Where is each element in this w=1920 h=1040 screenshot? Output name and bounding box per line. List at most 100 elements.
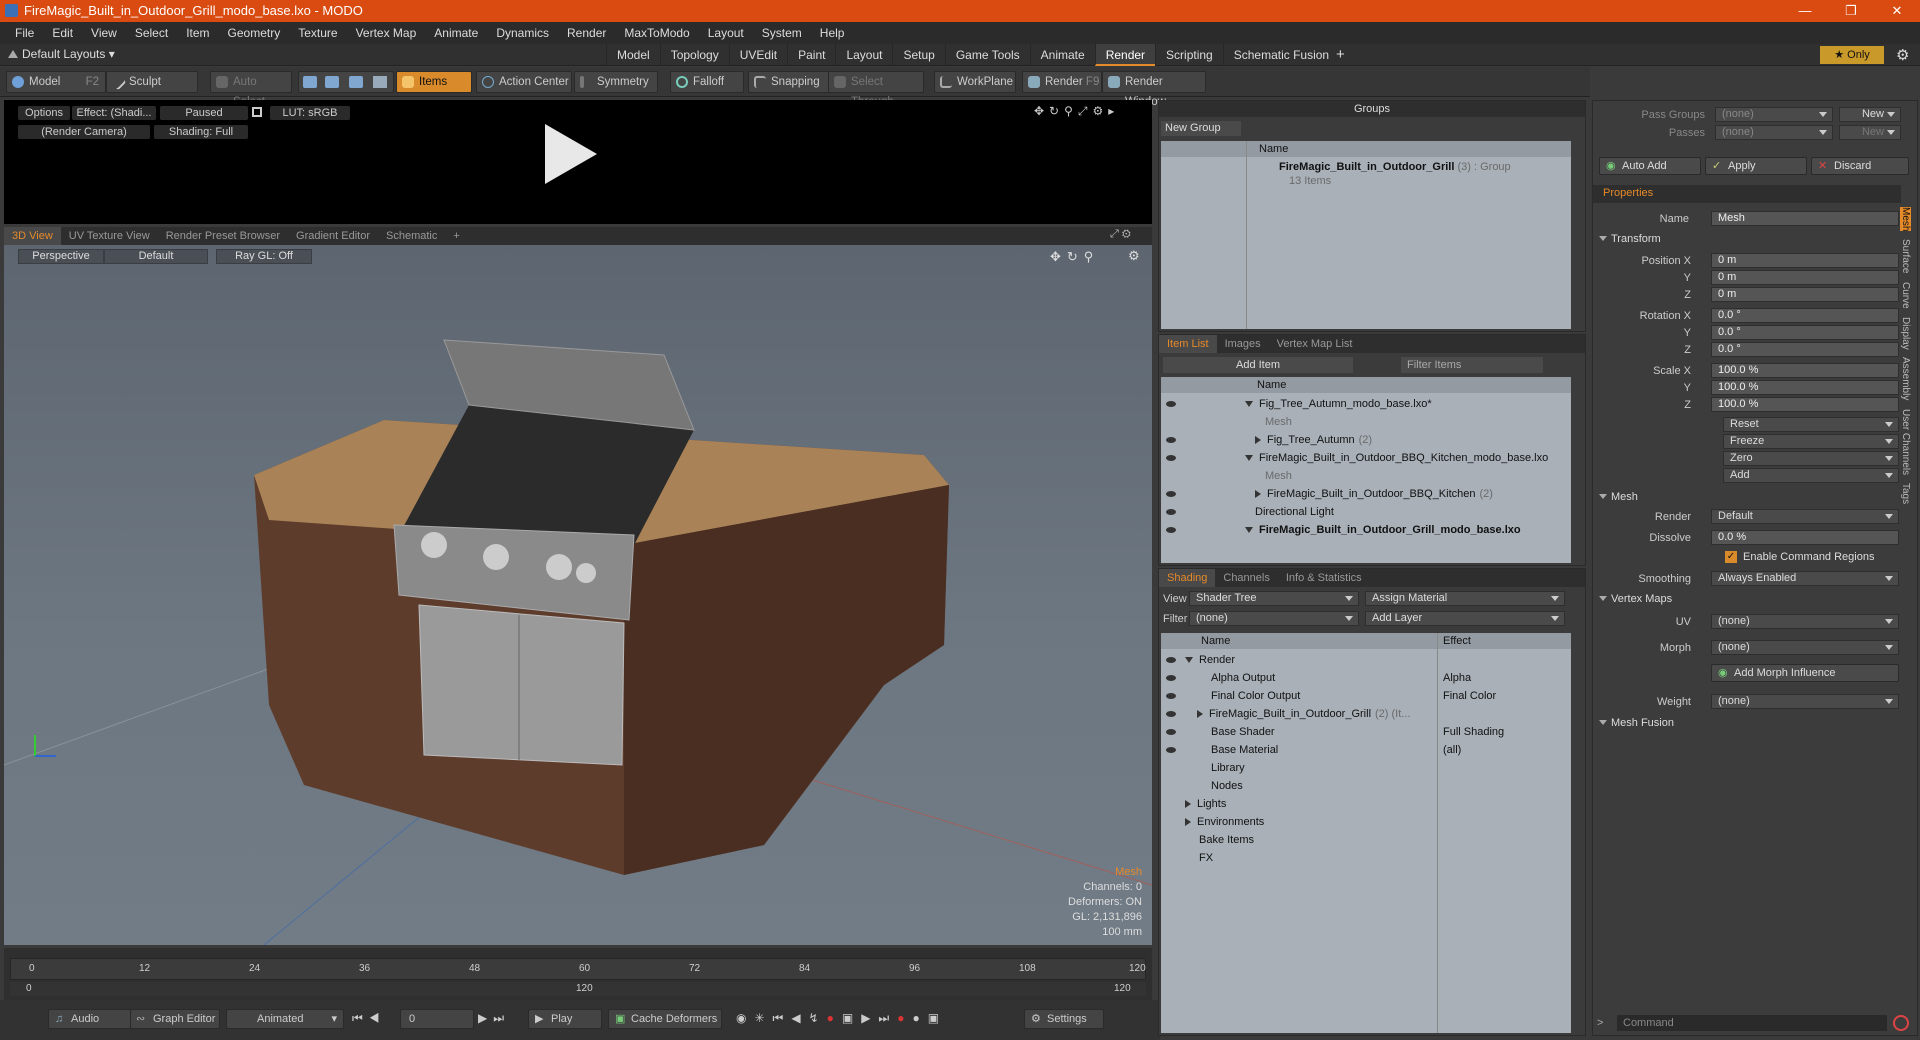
add-item-button[interactable]: Add Item — [1163, 357, 1353, 373]
command-input[interactable]: Command — [1617, 1015, 1887, 1031]
shader-tree-row[interactable]: Environments — [1161, 813, 1571, 831]
new-pass-button[interactable]: New — [1839, 125, 1901, 140]
menu-maxtomodo[interactable]: MaxToModo — [615, 26, 698, 40]
filter-dropdown[interactable]: (none) — [1189, 611, 1359, 626]
sculpt-button[interactable]: Sculpt — [106, 71, 198, 93]
add-layout-tab-icon[interactable]: + — [1336, 46, 1345, 63]
group-item[interactable]: FireMagic_Built_in_Outdoor_Grill (3) : G… — [1279, 161, 1511, 173]
rotation-x-field[interactable]: 0.0 ° — [1711, 308, 1899, 323]
audio-button[interactable]: ♫ Audio — [48, 1009, 132, 1029]
restore-button[interactable]: ❐ — [1828, 0, 1874, 22]
material-mode-icon[interactable] — [373, 76, 387, 88]
cache-deformers-button[interactable]: ▣ Cache Deformers — [608, 1009, 722, 1029]
transform-section[interactable]: Transform — [1593, 231, 1661, 247]
menu-item[interactable]: Item — [177, 26, 218, 40]
tab-3d-view[interactable]: 3D View — [4, 227, 61, 245]
3d-viewport[interactable]: Perspective Default Ray GL: Off ✥↻⚲ ⚙ Me… — [4, 245, 1152, 945]
render-window-button[interactable]: Render Window — [1102, 71, 1206, 108]
weight-dropdown[interactable]: (none) — [1711, 694, 1899, 709]
edge-mode-icon[interactable] — [325, 76, 339, 88]
menu-view[interactable]: View — [82, 26, 126, 40]
render-button[interactable]: Render F9 — [1022, 71, 1102, 93]
vtab-surface[interactable]: Surface — [1900, 239, 1911, 273]
visibility-eye-icon[interactable] — [1166, 491, 1176, 497]
preview-view-controls[interactable]: ✥↻⚲⤢⚙▸ — [1034, 104, 1119, 119]
expand-arrow-icon[interactable] — [1185, 800, 1191, 809]
reset-dropdown[interactable]: Reset — [1723, 417, 1899, 432]
scale-z-field[interactable]: 100.0 % — [1711, 397, 1899, 412]
menu-texture[interactable]: Texture — [289, 26, 346, 40]
tab-uvedit[interactable]: UVEdit — [728, 44, 787, 66]
new-group-button[interactable]: New Group — [1161, 121, 1241, 136]
timeline-range[interactable]: 0 120 120 — [10, 982, 1146, 996]
menu-vertex-map[interactable]: Vertex Map — [347, 26, 426, 40]
tab-setup[interactable]: Setup — [892, 44, 944, 66]
passes-dropdown[interactable]: (none) — [1715, 125, 1833, 140]
command-history-icon[interactable] — [1893, 1015, 1909, 1031]
tab-schematic-fusion[interactable]: Schematic Fusion — [1222, 44, 1339, 66]
visibility-eye-icon[interactable] — [1166, 657, 1176, 663]
item-list-row[interactable]: FireMagic_Built_in_Outdoor_BBQ_Kitchen (2… — [1161, 485, 1493, 503]
shader-tree-row[interactable]: Nodes — [1161, 777, 1571, 795]
lock-icon[interactable] — [252, 107, 262, 117]
shader-tree-row[interactable]: Lights — [1161, 795, 1571, 813]
shader-tree-row[interactable]: Base Material (all) — [1161, 741, 1571, 759]
shader-tree-row[interactable]: Base Shader Full Shading — [1161, 723, 1571, 741]
expand-arrow-icon[interactable] — [1255, 436, 1261, 445]
freeze-dropdown[interactable]: Freeze — [1723, 434, 1899, 449]
item-list-row[interactable]: FireMagic_Built_in_Outdoor_Grill_modo_ba… — [1161, 521, 1521, 539]
default-layouts-dropdown[interactable]: Default Layouts ▾ — [22, 47, 115, 61]
apply-button[interactable]: ✓ Apply — [1705, 157, 1807, 175]
graph-editor-button[interactable]: ∾ Graph Editor — [130, 1009, 220, 1029]
visibility-eye-icon[interactable] — [1166, 729, 1176, 735]
add-viewport-tab-icon[interactable]: + — [445, 227, 467, 245]
layout-menu-icon[interactable] — [8, 49, 18, 58]
tab-schematic[interactable]: Schematic — [378, 227, 445, 245]
assign-material-dropdown[interactable]: Assign Material — [1365, 591, 1565, 606]
action-center-button[interactable]: Action Center — [476, 71, 572, 93]
tab-scripting[interactable]: Scripting — [1155, 44, 1223, 66]
item-list-row[interactable]: Mesh — [1161, 413, 1292, 431]
tab-shading[interactable]: Shading — [1159, 569, 1216, 587]
falloff-button[interactable]: Falloff — [670, 71, 744, 93]
tab-vertex-map-list[interactable]: Vertex Map List — [1269, 335, 1361, 353]
vtab-display[interactable]: Display — [1900, 317, 1911, 350]
snapping-button[interactable]: Snapping — [748, 71, 830, 93]
tab-paint[interactable]: Paint — [787, 44, 835, 66]
command-regions-checkbox[interactable]: ✓ — [1725, 551, 1737, 563]
tab-game-tools[interactable]: Game Tools — [944, 44, 1030, 66]
mesh-section[interactable]: Mesh — [1593, 489, 1638, 505]
vtab-mesh[interactable]: Mesh — [1900, 207, 1911, 232]
position-x-field[interactable]: 0 m — [1711, 253, 1899, 268]
model-mode-button[interactable]: Model F2 — [6, 71, 106, 93]
tab-topology[interactable]: Topology — [659, 44, 729, 66]
visibility-eye-icon[interactable] — [1166, 693, 1176, 699]
shader-tree-row[interactable]: Render — [1161, 651, 1571, 669]
item-list-row[interactable]: Fig_Tree_Autumn_modo_base.lxo* — [1161, 395, 1432, 413]
item-list-row[interactable]: Directional Light — [1161, 503, 1334, 521]
auto-add-button[interactable]: ◉ Auto Add — [1599, 157, 1701, 175]
render-camera-dropdown[interactable]: (Render Camera) — [18, 125, 150, 139]
only-toggle[interactable]: ★ Only — [1820, 46, 1884, 64]
scale-x-field[interactable]: 100.0 % — [1711, 363, 1899, 378]
shader-tree-row[interactable]: Alpha Output Alpha — [1161, 669, 1571, 687]
vtab-user-channels[interactable]: User Channels — [1900, 409, 1911, 475]
tab-layout[interactable]: Layout — [835, 44, 892, 66]
shader-tree-row[interactable]: FireMagic_Built_in_Outdoor_Grill (2) (It.… — [1161, 705, 1571, 723]
properties-tab[interactable]: Properties — [1603, 187, 1653, 199]
menu-help[interactable]: Help — [811, 26, 854, 40]
visibility-eye-icon[interactable] — [1166, 747, 1176, 753]
rotation-z-field[interactable]: 0.0 ° — [1711, 342, 1899, 357]
pass-groups-dropdown[interactable]: (none) — [1715, 107, 1833, 122]
tab-animate[interactable]: Animate — [1029, 44, 1095, 66]
play-button[interactable]: ▶ Play — [528, 1009, 602, 1029]
timeline[interactable]: 0 12 24 36 48 60 72 84 96 108 120 0 120 120 — [4, 948, 1152, 1000]
items-mode-button[interactable]: Items — [396, 71, 472, 93]
new-pass-group-button[interactable]: New — [1839, 107, 1901, 122]
visibility-eye-icon[interactable] — [1166, 509, 1176, 515]
morph-dropdown[interactable]: (none) — [1711, 640, 1899, 655]
vertex-mode-icon[interactable] — [303, 76, 317, 88]
vertex-maps-section[interactable]: Vertex Maps — [1593, 591, 1672, 607]
shader-tree-row[interactable]: FX — [1161, 849, 1571, 867]
menu-layout[interactable]: Layout — [699, 26, 753, 40]
